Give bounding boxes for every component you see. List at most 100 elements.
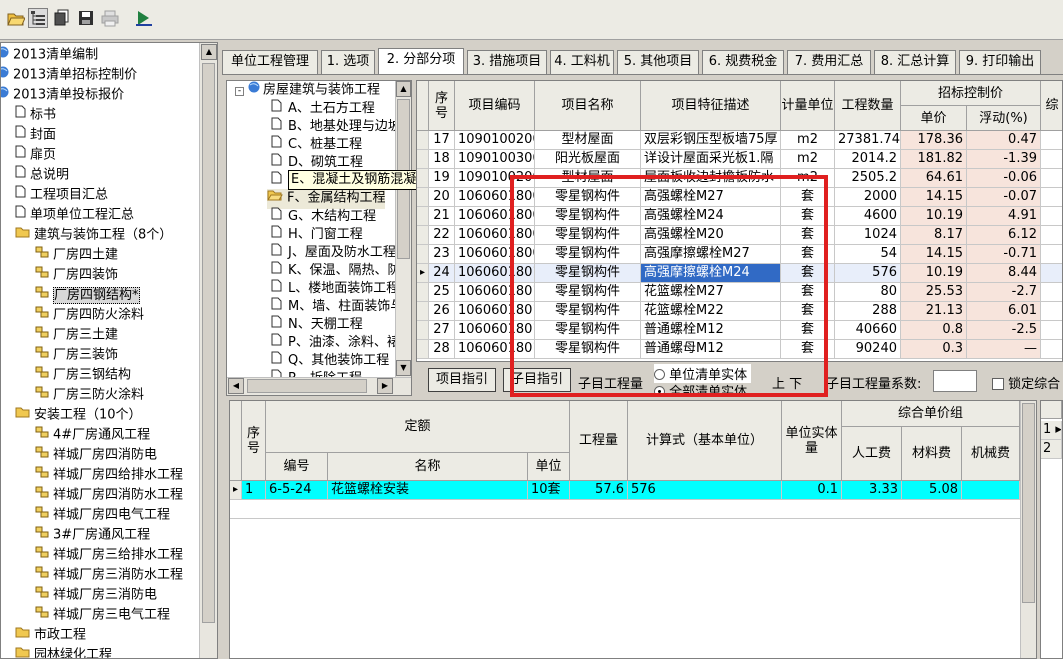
chapter-item[interactable]: A、土石方工程 bbox=[271, 99, 375, 119]
cell-name[interactable]: 阳光板屋面 bbox=[535, 150, 641, 169]
chapter-item[interactable]: H、门窗工程 bbox=[271, 225, 363, 245]
mini-row[interactable]: 1 ▸ bbox=[1041, 421, 1062, 440]
cell-qty[interactable]: 80 bbox=[835, 283, 901, 302]
cell-float[interactable]: -0.71 bbox=[967, 245, 1041, 264]
tree-item[interactable]: 厂房三土建 bbox=[35, 325, 118, 345]
cell-qty[interactable]: 288 bbox=[835, 302, 901, 321]
cell-seq[interactable]: 22 bbox=[429, 226, 455, 245]
tab-6[interactable]: 6. 规费税金 bbox=[702, 50, 784, 74]
cell-more[interactable] bbox=[1041, 131, 1062, 150]
cell-code[interactable]: 1090100200 bbox=[455, 169, 535, 188]
cell-more[interactable] bbox=[1041, 188, 1062, 207]
table-row[interactable]: 28 1060601801 零星钢构件 普通螺母M12 套 90240 0.3— bbox=[417, 340, 1062, 359]
tree-item-selected[interactable]: 厂房四钢结构* bbox=[35, 285, 140, 305]
cell-unit[interactable]: 10套 bbox=[528, 481, 570, 500]
cell-code[interactable]: 1060601801 bbox=[455, 302, 535, 321]
tree-item[interactable]: 祥城厂房三消防水工程 bbox=[35, 565, 183, 585]
tab-2[interactable]: 2. 分部分项 bbox=[378, 48, 464, 75]
cell-feature[interactable]: 双层彩钢压型板墙75厚 bbox=[641, 131, 781, 150]
tab-0[interactable]: 单位工程管理 bbox=[222, 50, 318, 74]
tab-7[interactable]: 7. 费用汇总 bbox=[787, 50, 871, 74]
tree-item[interactable]: 园林绿化工程 bbox=[15, 645, 112, 658]
table-row[interactable]: 26 1060601801 零星钢构件 花篮螺栓M22 套 288 21.13 6.01 bbox=[417, 302, 1062, 321]
tree-item[interactable]: 2013清单投标报价 bbox=[1, 85, 124, 105]
cell-unit[interactable]: 套 bbox=[781, 340, 835, 359]
cell-name[interactable]: 零星钢构件 bbox=[535, 207, 641, 226]
cell-unit[interactable]: 套 bbox=[781, 188, 835, 207]
cell-code[interactable]: 1090100200 bbox=[455, 131, 535, 150]
cell-code[interactable]: 1090100300 bbox=[455, 150, 535, 169]
chapter-tree-hscroll[interactable]: ◀ ▶ bbox=[227, 377, 411, 395]
tree-item[interactable]: 祥城厂房四消防水工程 bbox=[35, 485, 183, 505]
project-tree-scrollbar[interactable]: ▲ bbox=[199, 43, 217, 658]
cell-float[interactable]: -2.7 bbox=[967, 283, 1041, 302]
tree-item[interactable]: 安装工程（10个） bbox=[15, 405, 142, 425]
cell-feature[interactable]: 高强螺栓M20 bbox=[641, 226, 781, 245]
cell-feature[interactable]: 花篮螺栓M27 bbox=[641, 283, 781, 302]
copy-icon[interactable] bbox=[52, 8, 72, 28]
cell-seq[interactable]: 27 bbox=[429, 321, 455, 340]
print-icon[interactable] bbox=[100, 8, 120, 28]
cell-price[interactable]: 178.36 bbox=[901, 131, 967, 150]
cell-price[interactable]: 0.3 bbox=[901, 340, 967, 359]
cell-formula[interactable]: 576 bbox=[628, 481, 782, 500]
chapter-item[interactable]: J、屋面及防水工程 bbox=[271, 243, 396, 263]
cell-feature[interactable]: 高强螺栓M27 bbox=[641, 188, 781, 207]
tree-item[interactable]: 4#厂房通风工程 bbox=[35, 425, 150, 445]
chapter-item[interactable]: K、保温、隔热、防腐工程 bbox=[271, 261, 411, 281]
tab-9[interactable]: 9. 打印输出 bbox=[959, 50, 1041, 74]
cell-feature[interactable]: 花篮螺栓M22 bbox=[641, 302, 781, 321]
cell-seq[interactable]: 25 bbox=[429, 283, 455, 302]
tree-item[interactable]: 扉页 bbox=[15, 145, 56, 165]
quota-table-vscroll[interactable] bbox=[1020, 401, 1036, 658]
cell-feature[interactable]: 普通螺母M12 bbox=[641, 340, 781, 359]
cell-qty[interactable]: 576 bbox=[835, 264, 901, 283]
tree-item[interactable]: 祥城厂房四消防电 bbox=[35, 445, 157, 465]
cell-feature[interactable]: 详设计屋面采光板1.隔 bbox=[641, 150, 781, 169]
cell-unit[interactable]: 套 bbox=[781, 283, 835, 302]
table-row[interactable]: 23 1060601800 零星钢构件 高强摩擦螺栓M27 套 54 14.15 -0.71 bbox=[417, 245, 1062, 264]
scroll-thumb[interactable] bbox=[1022, 403, 1035, 603]
coef-input[interactable] bbox=[933, 370, 977, 392]
cell-seq[interactable]: 26 bbox=[429, 302, 455, 321]
cell-more[interactable] bbox=[1041, 283, 1062, 302]
cell-more[interactable] bbox=[1041, 150, 1062, 169]
tree-item[interactable]: 厂房四装饰 bbox=[35, 265, 118, 285]
save-icon[interactable] bbox=[76, 8, 96, 28]
cell-more[interactable] bbox=[1041, 321, 1062, 340]
cell-unit[interactable]: m2 bbox=[781, 131, 835, 150]
chapter-tree-vscroll[interactable]: ▲ ▼ bbox=[395, 81, 411, 377]
cell-code[interactable]: 1060601800 bbox=[455, 188, 535, 207]
cell-float[interactable]: 6.01 bbox=[967, 302, 1041, 321]
cell-price[interactable]: 14.15 bbox=[901, 188, 967, 207]
chapter-item[interactable]: G、木结构工程 bbox=[271, 207, 376, 227]
open-folder-icon[interactable] bbox=[6, 8, 26, 28]
cell-name[interactable]: 零星钢构件 bbox=[535, 283, 641, 302]
quota-row[interactable]: ▸ 1 6-5-24 花篮螺栓安装 10套 57.6 576 0.1 3.33 5.08 bbox=[230, 481, 1020, 500]
cell-name[interactable]: 零星钢构件 bbox=[535, 226, 641, 245]
cell-seq[interactable]: 18 bbox=[429, 150, 455, 169]
cell-code[interactable]: 6-5-24 bbox=[266, 481, 328, 500]
cell-name[interactable]: 零星钢构件 bbox=[535, 340, 641, 359]
cell-unit[interactable]: 套 bbox=[781, 207, 835, 226]
cell-seq[interactable]: 1 bbox=[242, 481, 266, 500]
cell-code[interactable]: 1060601801 bbox=[455, 283, 535, 302]
cell-qty[interactable]: 2014.2 bbox=[835, 150, 901, 169]
cell-labor[interactable]: 3.33 bbox=[842, 481, 902, 500]
tree-item[interactable]: 祥城厂房三消防电 bbox=[35, 585, 157, 605]
cell-unit[interactable]: m2 bbox=[781, 150, 835, 169]
tree-item[interactable]: 单项单位工程汇总 bbox=[15, 205, 134, 225]
table-row[interactable]: 22 1060601800 零星钢构件 高强螺栓M20 套 1024 8.17 6.12 bbox=[417, 226, 1062, 245]
tree-item[interactable]: 市政工程 bbox=[15, 625, 86, 645]
cell-feature[interactable]: 高强摩擦螺栓M24 bbox=[641, 264, 781, 283]
cell-feature[interactable]: 高强摩擦螺栓M27 bbox=[641, 245, 781, 264]
scroll-thumb[interactable] bbox=[247, 379, 367, 393]
tab-4[interactable]: 4. 工料机 bbox=[550, 50, 614, 74]
cell-qty[interactable]: 57.6 bbox=[570, 481, 628, 500]
scroll-right-button[interactable]: ▶ bbox=[377, 378, 393, 394]
cell-material[interactable]: 5.08 bbox=[902, 481, 962, 500]
collapse-icon[interactable]: - bbox=[235, 86, 244, 96]
tree-item[interactable]: 封面 bbox=[15, 125, 56, 145]
item-guide-button[interactable]: 项目指引 bbox=[428, 368, 496, 392]
cell-code[interactable]: 1060601801 bbox=[455, 340, 535, 359]
